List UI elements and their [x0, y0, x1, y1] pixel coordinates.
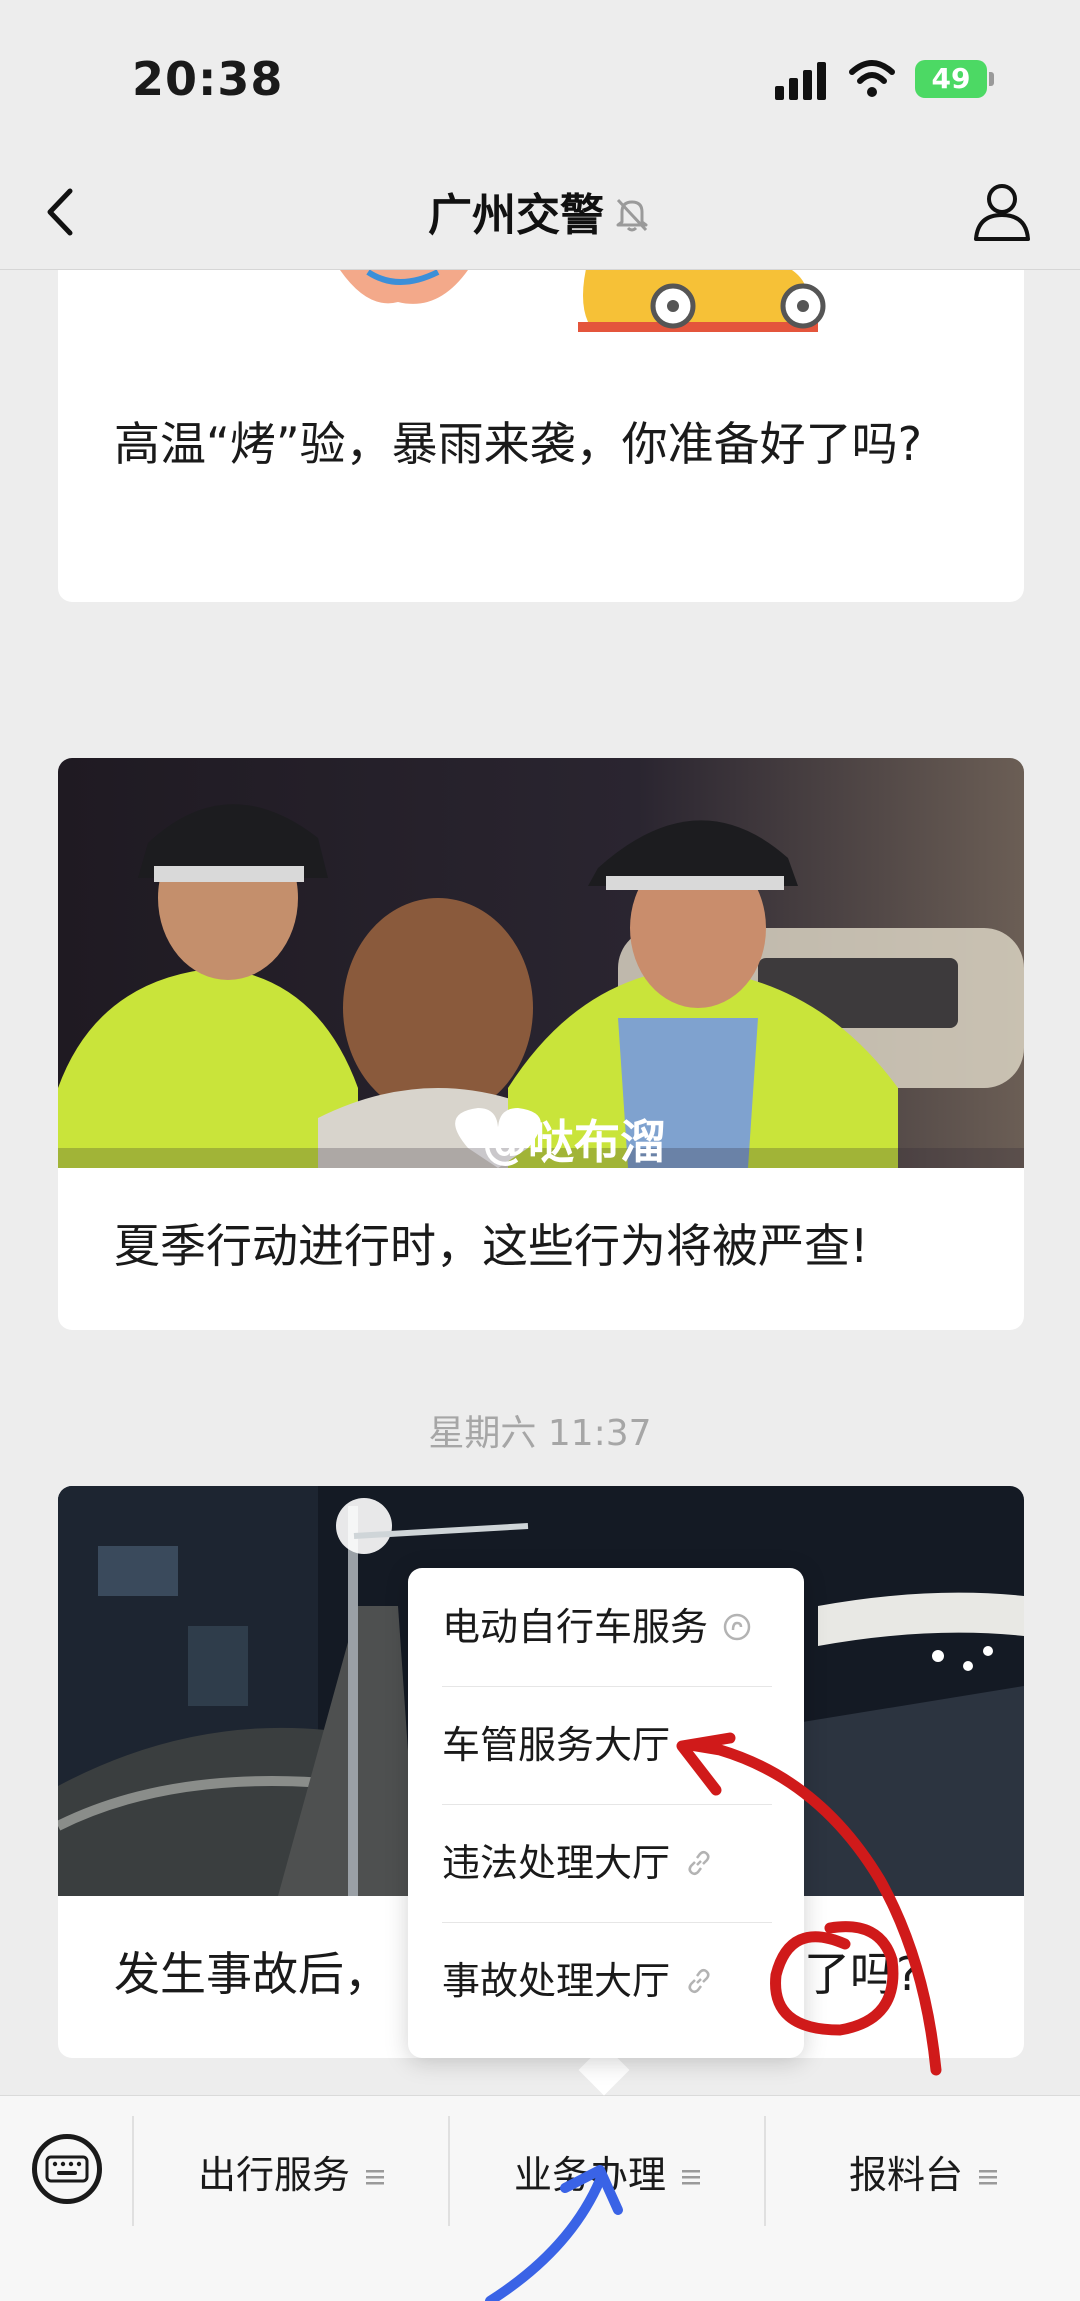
- battery-cap: [989, 72, 994, 86]
- menu-tab-travel-service[interactable]: 出行服务: [134, 2144, 448, 2204]
- status-time: 20:38: [132, 52, 284, 106]
- link-icon: [688, 1850, 710, 1876]
- keyboard-icon[interactable]: [32, 2134, 102, 2204]
- submenu-item-ebike-service[interactable]: 电动自行车服务: [442, 1568, 772, 1686]
- submenu-item-violation-hall[interactable]: 违法处理大厅: [442, 1804, 772, 1922]
- submenu-item-label: 违法处理大厅: [442, 1841, 671, 1885]
- menu-lines-icon: [366, 2170, 384, 2185]
- message-timestamp: 星期六 11:37: [428, 1413, 652, 1454]
- article-title: 高温“烤”验，暴雨来袭，你准备好了吗?: [114, 417, 923, 471]
- submenu-item-accident-hall[interactable]: 事故处理大厅: [442, 1922, 772, 2040]
- profile-icon[interactable]: [972, 179, 1032, 243]
- status-bar: 20:38 49: [0, 0, 1080, 155]
- mute-bell-icon: [616, 198, 648, 232]
- bottom-menu-bar: 出行服务 业务办理 报料台: [0, 2095, 1080, 2301]
- submenu-popup: 电动自行车服务 车管服务大厅 违法处理大厅 事故处理大厅: [408, 1568, 804, 2058]
- submenu-item-label: 电动自行车服务: [442, 1605, 709, 1649]
- link-icon: [688, 1968, 710, 1994]
- menu-tab-label: 出行服务: [197, 2153, 350, 2197]
- article-card[interactable]: @哒布溜 夏季行动进行时，这些行为将被严查!: [58, 758, 1024, 1330]
- menu-tab-report[interactable]: 报料台: [766, 2144, 1080, 2204]
- article-title-right: 了吗?: [804, 1947, 921, 2001]
- watermark-text: @哒布溜: [482, 1115, 666, 1169]
- page-title: 广州交警: [0, 179, 1080, 243]
- mini-program-icon: [723, 1613, 751, 1641]
- submenu-item-label: 事故处理大厅: [442, 1959, 671, 2003]
- article-card[interactable]: 高温“烤”验，暴雨来袭，你准备好了吗?: [58, 240, 1024, 602]
- article-title-left: 发生事故后，: [114, 1947, 390, 2001]
- menu-lines-icon: [682, 2170, 700, 2185]
- menu-tab-label: 业务办理: [513, 2153, 666, 2197]
- menu-lines-icon: [979, 2170, 997, 2185]
- account-name: 广州交警: [428, 190, 604, 241]
- battery-indicator: 49: [915, 60, 987, 98]
- nav-bar: 广州交警: [0, 155, 1080, 270]
- menu-tab-business[interactable]: 业务办理: [450, 2144, 764, 2204]
- wifi-icon: [849, 60, 895, 97]
- menu-tab-label: 报料台: [848, 2153, 963, 2197]
- article-title: 夏季行动进行时，这些行为将被严查!: [114, 1219, 869, 1273]
- submenu-item-label: 车管服务大厅: [442, 1723, 671, 1767]
- cellular-signal-icon: [775, 62, 831, 100]
- submenu-item-vehicle-service-hall[interactable]: 车管服务大厅: [442, 1686, 772, 1804]
